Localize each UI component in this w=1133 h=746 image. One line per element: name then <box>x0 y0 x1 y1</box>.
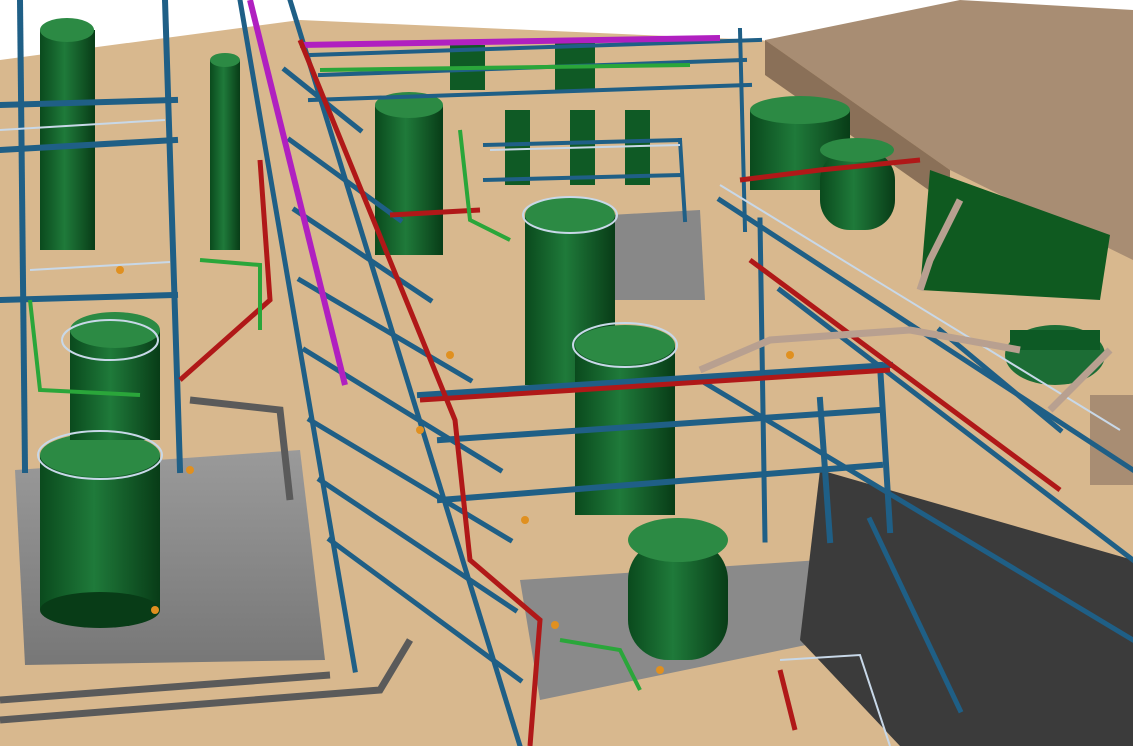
vessel-left-mid <box>70 312 160 440</box>
plant-3d-view <box>0 0 1133 746</box>
vessel-center-front <box>628 518 728 660</box>
slab-rear <box>610 210 705 300</box>
pump-right <box>1005 325 1105 385</box>
building-lower-roof <box>1090 395 1133 485</box>
column-left-mid <box>210 53 240 250</box>
vessel-right-small <box>820 138 895 230</box>
vessel-left-large <box>40 433 160 628</box>
column-left-tall <box>40 18 95 250</box>
vessel-center-tall <box>375 92 443 255</box>
